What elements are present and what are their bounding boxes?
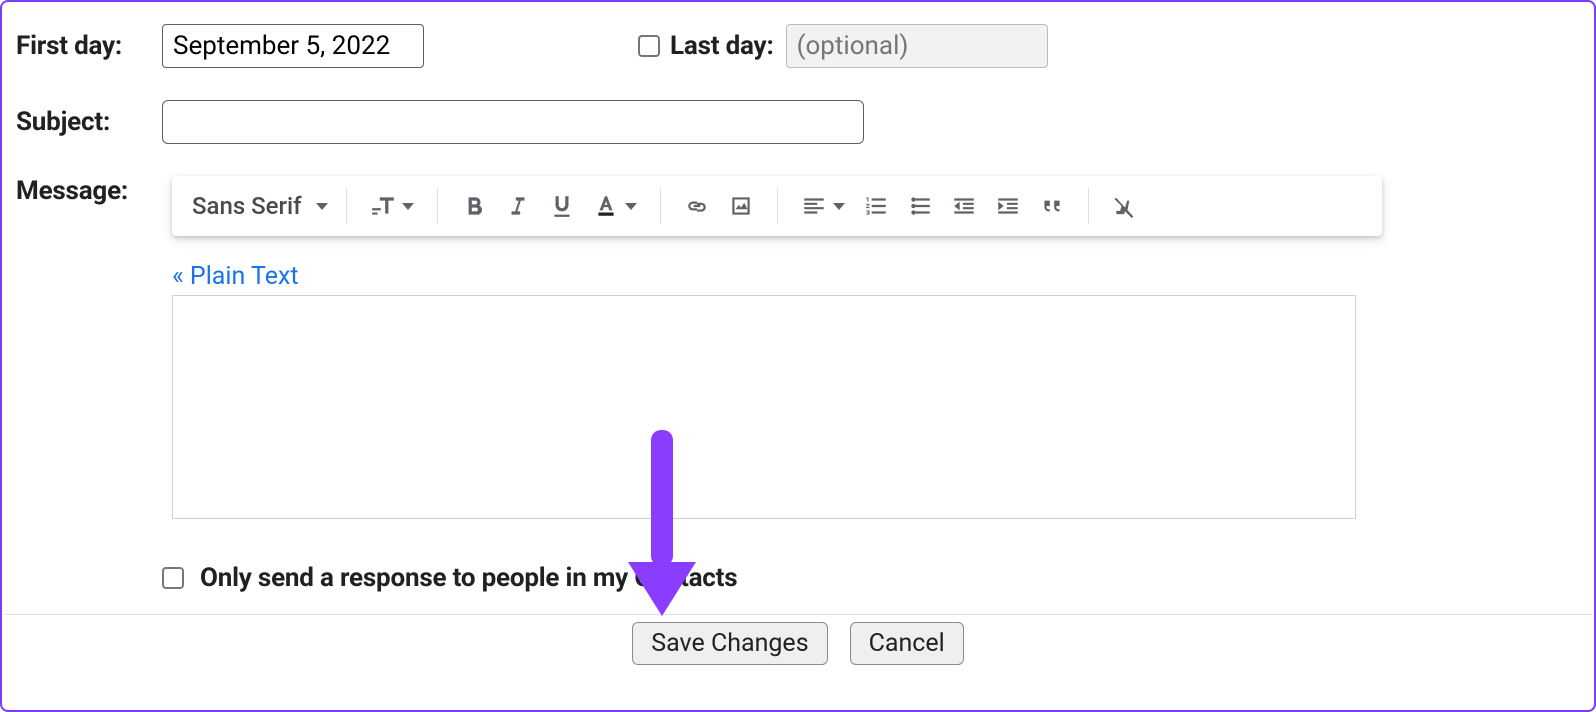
subject-label: Subject: <box>16 107 162 137</box>
indent-more-button[interactable] <box>986 184 1030 228</box>
italic-icon <box>505 193 531 219</box>
bulleted-list-button[interactable] <box>898 184 942 228</box>
bulleted-list-icon <box>907 193 933 219</box>
chevron-down-icon <box>625 203 637 210</box>
text-color-icon <box>593 193 619 219</box>
link-icon <box>684 193 710 219</box>
italic-button[interactable] <box>496 184 540 228</box>
cancel-button[interactable]: Cancel <box>850 622 964 665</box>
numbered-list-icon <box>863 193 889 219</box>
quote-icon <box>1039 193 1065 219</box>
first-day-input[interactable] <box>162 24 424 68</box>
bold-icon <box>461 193 487 219</box>
contacts-only-checkbox[interactable] <box>162 567 184 589</box>
last-day-checkbox[interactable] <box>638 35 660 57</box>
footer-actions: Save Changes Cancel <box>2 622 1594 665</box>
chevron-down-icon <box>402 203 414 210</box>
message-editor[interactable] <box>172 295 1356 519</box>
message-label: Message: <box>16 176 162 206</box>
text-color-button[interactable] <box>584 184 646 228</box>
font-family-select[interactable]: Sans Serif <box>188 192 332 220</box>
first-day-label: First day: <box>16 31 162 61</box>
insert-link-button[interactable] <box>675 184 719 228</box>
align-left-icon <box>801 193 827 219</box>
subject-input[interactable] <box>162 100 864 144</box>
font-size-button[interactable] <box>361 184 423 228</box>
last-day-input[interactable] <box>786 24 1048 68</box>
font-family-value: Sans Serif <box>192 192 302 220</box>
indent-more-icon <box>995 193 1021 219</box>
numbered-list-button[interactable] <box>854 184 898 228</box>
chevron-down-icon <box>833 203 845 210</box>
footer-divider <box>4 614 1592 615</box>
contacts-only-label: Only send a response to people in my Con… <box>200 563 737 593</box>
indent-less-icon <box>951 193 977 219</box>
remove-format-icon <box>1112 193 1138 219</box>
indent-less-button[interactable] <box>942 184 986 228</box>
align-button[interactable] <box>792 184 854 228</box>
save-changes-button[interactable]: Save Changes <box>632 622 827 665</box>
underline-button[interactable] <box>540 184 584 228</box>
plain-text-link[interactable]: « Plain Text <box>172 262 1580 291</box>
text-size-icon <box>370 193 396 219</box>
insert-image-button[interactable] <box>719 184 763 228</box>
format-toolbar: Sans Serif <box>172 176 1382 236</box>
last-day-label: Last day: <box>670 31 774 61</box>
underline-icon <box>549 193 575 219</box>
chevron-down-icon <box>316 203 328 210</box>
bold-button[interactable] <box>452 184 496 228</box>
image-icon <box>728 193 754 219</box>
quote-button[interactable] <box>1030 184 1074 228</box>
remove-formatting-button[interactable] <box>1103 184 1147 228</box>
